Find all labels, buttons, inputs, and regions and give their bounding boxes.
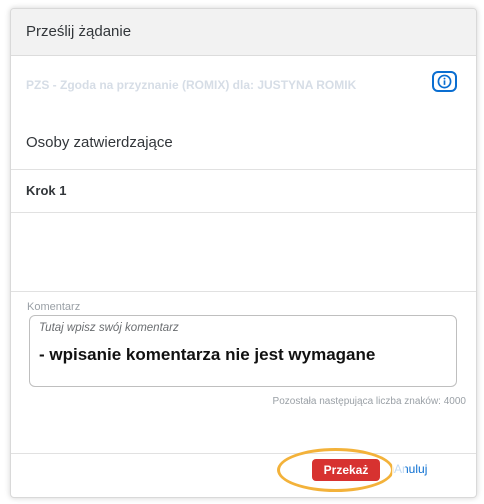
- divider: [11, 169, 476, 170]
- remaining-characters: Pozostała następująca liczba znaków: 400…: [272, 396, 466, 407]
- step-label: Krok 1: [26, 183, 67, 198]
- screenshot-gap: [473, 312, 476, 330]
- comment-label: Komentarz: [27, 301, 81, 313]
- approvers-title: Osoby zatwierdzające: [26, 134, 173, 151]
- comment-annotation: - wpisanie komentarza nie jest wymagane: [39, 345, 376, 364]
- info-button[interactable]: [432, 71, 457, 92]
- comment-placeholder: Tutaj wpisz swój komentarz: [39, 322, 179, 334]
- submit-request-dialog: Prześlij żądanie PZS - Zgoda na przyznan…: [10, 8, 477, 498]
- dialog-header: Prześlij żądanie: [11, 9, 476, 56]
- submit-button[interactable]: Przekaż: [312, 459, 380, 481]
- divider: [11, 212, 476, 213]
- comment-textarea[interactable]: Tutaj wpisz swój komentarz - wpisanie ko…: [29, 315, 457, 387]
- cancel-overlap-mask: [392, 460, 405, 478]
- divider: [11, 291, 476, 292]
- screenshot-gap: [473, 389, 476, 403]
- request-subtitle: PZS - Zgoda na przyznanie (ROMIX) dla: J…: [26, 78, 357, 92]
- screenshot-gap: [473, 424, 476, 438]
- info-icon: [437, 74, 452, 89]
- dialog-title: Prześlij żądanie: [26, 23, 132, 40]
